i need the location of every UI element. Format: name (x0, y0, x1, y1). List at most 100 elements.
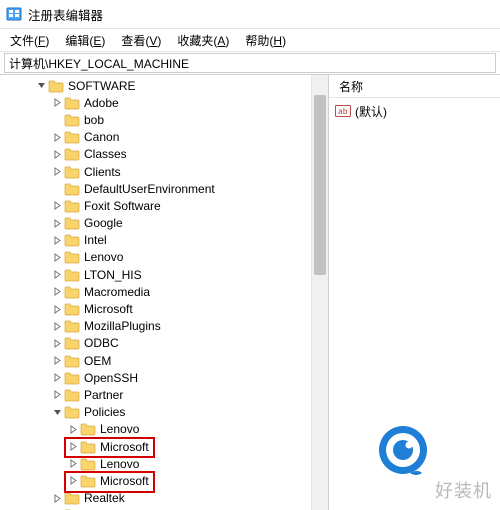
chevron-right-icon[interactable] (50, 236, 64, 245)
tree-item[interactable]: OpenSSH (2, 369, 328, 386)
tree-item-label: Policies (84, 405, 125, 419)
tree-item[interactable]: bob (2, 111, 328, 128)
tree-item[interactable]: Lenovo (2, 455, 328, 472)
tree-item-label: OEM (84, 354, 111, 368)
tree-item[interactable]: Microsoft (2, 438, 328, 455)
tree-item-label: Microsoft (84, 302, 133, 316)
scrollbar-thumb[interactable] (314, 95, 326, 275)
tree-item-label: bob (84, 113, 104, 127)
chevron-right-icon[interactable] (50, 219, 64, 228)
folder-icon (64, 182, 80, 196)
folder-icon (64, 250, 80, 264)
tree-item-label: MozillaPlugins (84, 319, 161, 333)
chevron-right-icon[interactable] (50, 253, 64, 262)
folder-icon (80, 440, 96, 454)
menu-item-f[interactable]: 文件(F) (2, 30, 57, 51)
svg-text:ab: ab (338, 108, 348, 117)
tree-item-label: Adobe (84, 96, 119, 110)
tree-item[interactable]: Lenovo (2, 421, 328, 438)
tree-item[interactable]: Realtek (2, 490, 328, 507)
window-titlebar: 注册表编辑器 (0, 0, 500, 29)
tree-item[interactable]: ODBC (2, 335, 328, 352)
tree-item-label: Canon (84, 130, 119, 144)
folder-icon (64, 354, 80, 368)
chevron-right-icon[interactable] (50, 201, 64, 210)
string-value-icon: ab (335, 103, 351, 119)
chevron-right-icon[interactable] (66, 459, 80, 468)
tree-item-label: SOFTWARE (68, 79, 136, 93)
tree-scrollbar[interactable] (311, 75, 328, 510)
folder-icon (64, 147, 80, 161)
chevron-right-icon[interactable] (50, 305, 64, 314)
tree-item[interactable]: Microsoft (2, 472, 328, 489)
folder-icon (64, 405, 80, 419)
tree-item-label: DefaultUserEnvironment (84, 182, 215, 196)
menu-item-a[interactable]: 收藏夹(A) (169, 30, 237, 51)
tree-item-label: Google (84, 216, 123, 230)
tree-item[interactable]: DefaultUserEnvironment (2, 180, 328, 197)
folder-icon (64, 491, 80, 505)
chevron-down-icon[interactable] (50, 408, 64, 417)
menu-item-e[interactable]: 编辑(E) (57, 30, 113, 51)
tree-item[interactable]: Google (2, 215, 328, 232)
folder-icon (64, 336, 80, 350)
folder-icon (64, 233, 80, 247)
tree-item[interactable]: Classes (2, 146, 328, 163)
folder-icon (64, 113, 80, 127)
registry-tree[interactable]: SOFTWARE Adobe bob Canon Classes Clients Defau… (0, 75, 328, 510)
tree-item[interactable]: Partner (2, 386, 328, 403)
folder-icon (64, 268, 80, 282)
chevron-right-icon[interactable] (50, 133, 64, 142)
chevron-right-icon[interactable] (50, 287, 64, 296)
column-label: 名称 (339, 78, 363, 95)
folder-icon (64, 199, 80, 213)
menu-item-h[interactable]: 帮助(H) (237, 30, 294, 51)
tree-item[interactable]: SOFTWARE (2, 77, 328, 94)
tree-item-label: Lenovo (84, 250, 123, 264)
tree-item[interactable]: MozillaPlugins (2, 318, 328, 335)
folder-icon (64, 388, 80, 402)
tree-item[interactable]: Clients (2, 163, 328, 180)
chevron-right-icon[interactable] (50, 494, 64, 503)
chevron-right-icon[interactable] (50, 150, 64, 159)
menu-item-v[interactable]: 查看(V) (113, 30, 169, 51)
content-area: SOFTWARE Adobe bob Canon Classes Clients Defau… (0, 75, 500, 510)
tree-item[interactable]: Microsoft (2, 300, 328, 317)
chevron-right-icon[interactable] (50, 98, 64, 107)
tree-item[interactable]: Intel (2, 232, 328, 249)
values-list: ab (默认) (329, 98, 500, 124)
tree-item-label: Lenovo (100, 457, 139, 471)
tree-item[interactable]: Lenovo (2, 249, 328, 266)
tree-item[interactable]: Canon (2, 129, 328, 146)
tree-item[interactable]: Adobe (2, 94, 328, 111)
value-name: (默认) (355, 103, 387, 120)
chevron-right-icon[interactable] (50, 167, 64, 176)
tree-item[interactable]: Macromedia (2, 283, 328, 300)
tree-item-label: Classes (84, 147, 127, 161)
chevron-right-icon[interactable] (50, 270, 64, 279)
folder-icon (80, 422, 96, 436)
address-input[interactable] (4, 53, 496, 73)
chevron-right-icon[interactable] (50, 390, 64, 399)
tree-item-label: Clients (84, 165, 121, 179)
chevron-right-icon[interactable] (50, 373, 64, 382)
tree-item[interactable]: OEM (2, 352, 328, 369)
chevron-right-icon[interactable] (50, 356, 64, 365)
tree-item[interactable]: Policies (2, 404, 328, 421)
chevron-right-icon[interactable] (66, 476, 80, 485)
tree-item-label: Lenovo (100, 422, 139, 436)
chevron-right-icon[interactable] (50, 322, 64, 331)
tree-item-label: Macromedia (84, 285, 150, 299)
tree-item-label: Intel (84, 233, 107, 247)
chevron-down-icon[interactable] (34, 81, 48, 90)
window-title: 注册表编辑器 (28, 5, 103, 24)
chevron-right-icon[interactable] (50, 339, 64, 348)
folder-icon (80, 474, 96, 488)
column-header-name[interactable]: 名称 (329, 75, 500, 98)
chevron-right-icon[interactable] (66, 425, 80, 434)
tree-item[interactable]: Foxit Software (2, 197, 328, 214)
tree-item[interactable]: LTON_HIS (2, 266, 328, 283)
chevron-right-icon[interactable] (66, 442, 80, 451)
list-item[interactable]: ab (默认) (335, 102, 494, 120)
folder-icon (64, 319, 80, 333)
